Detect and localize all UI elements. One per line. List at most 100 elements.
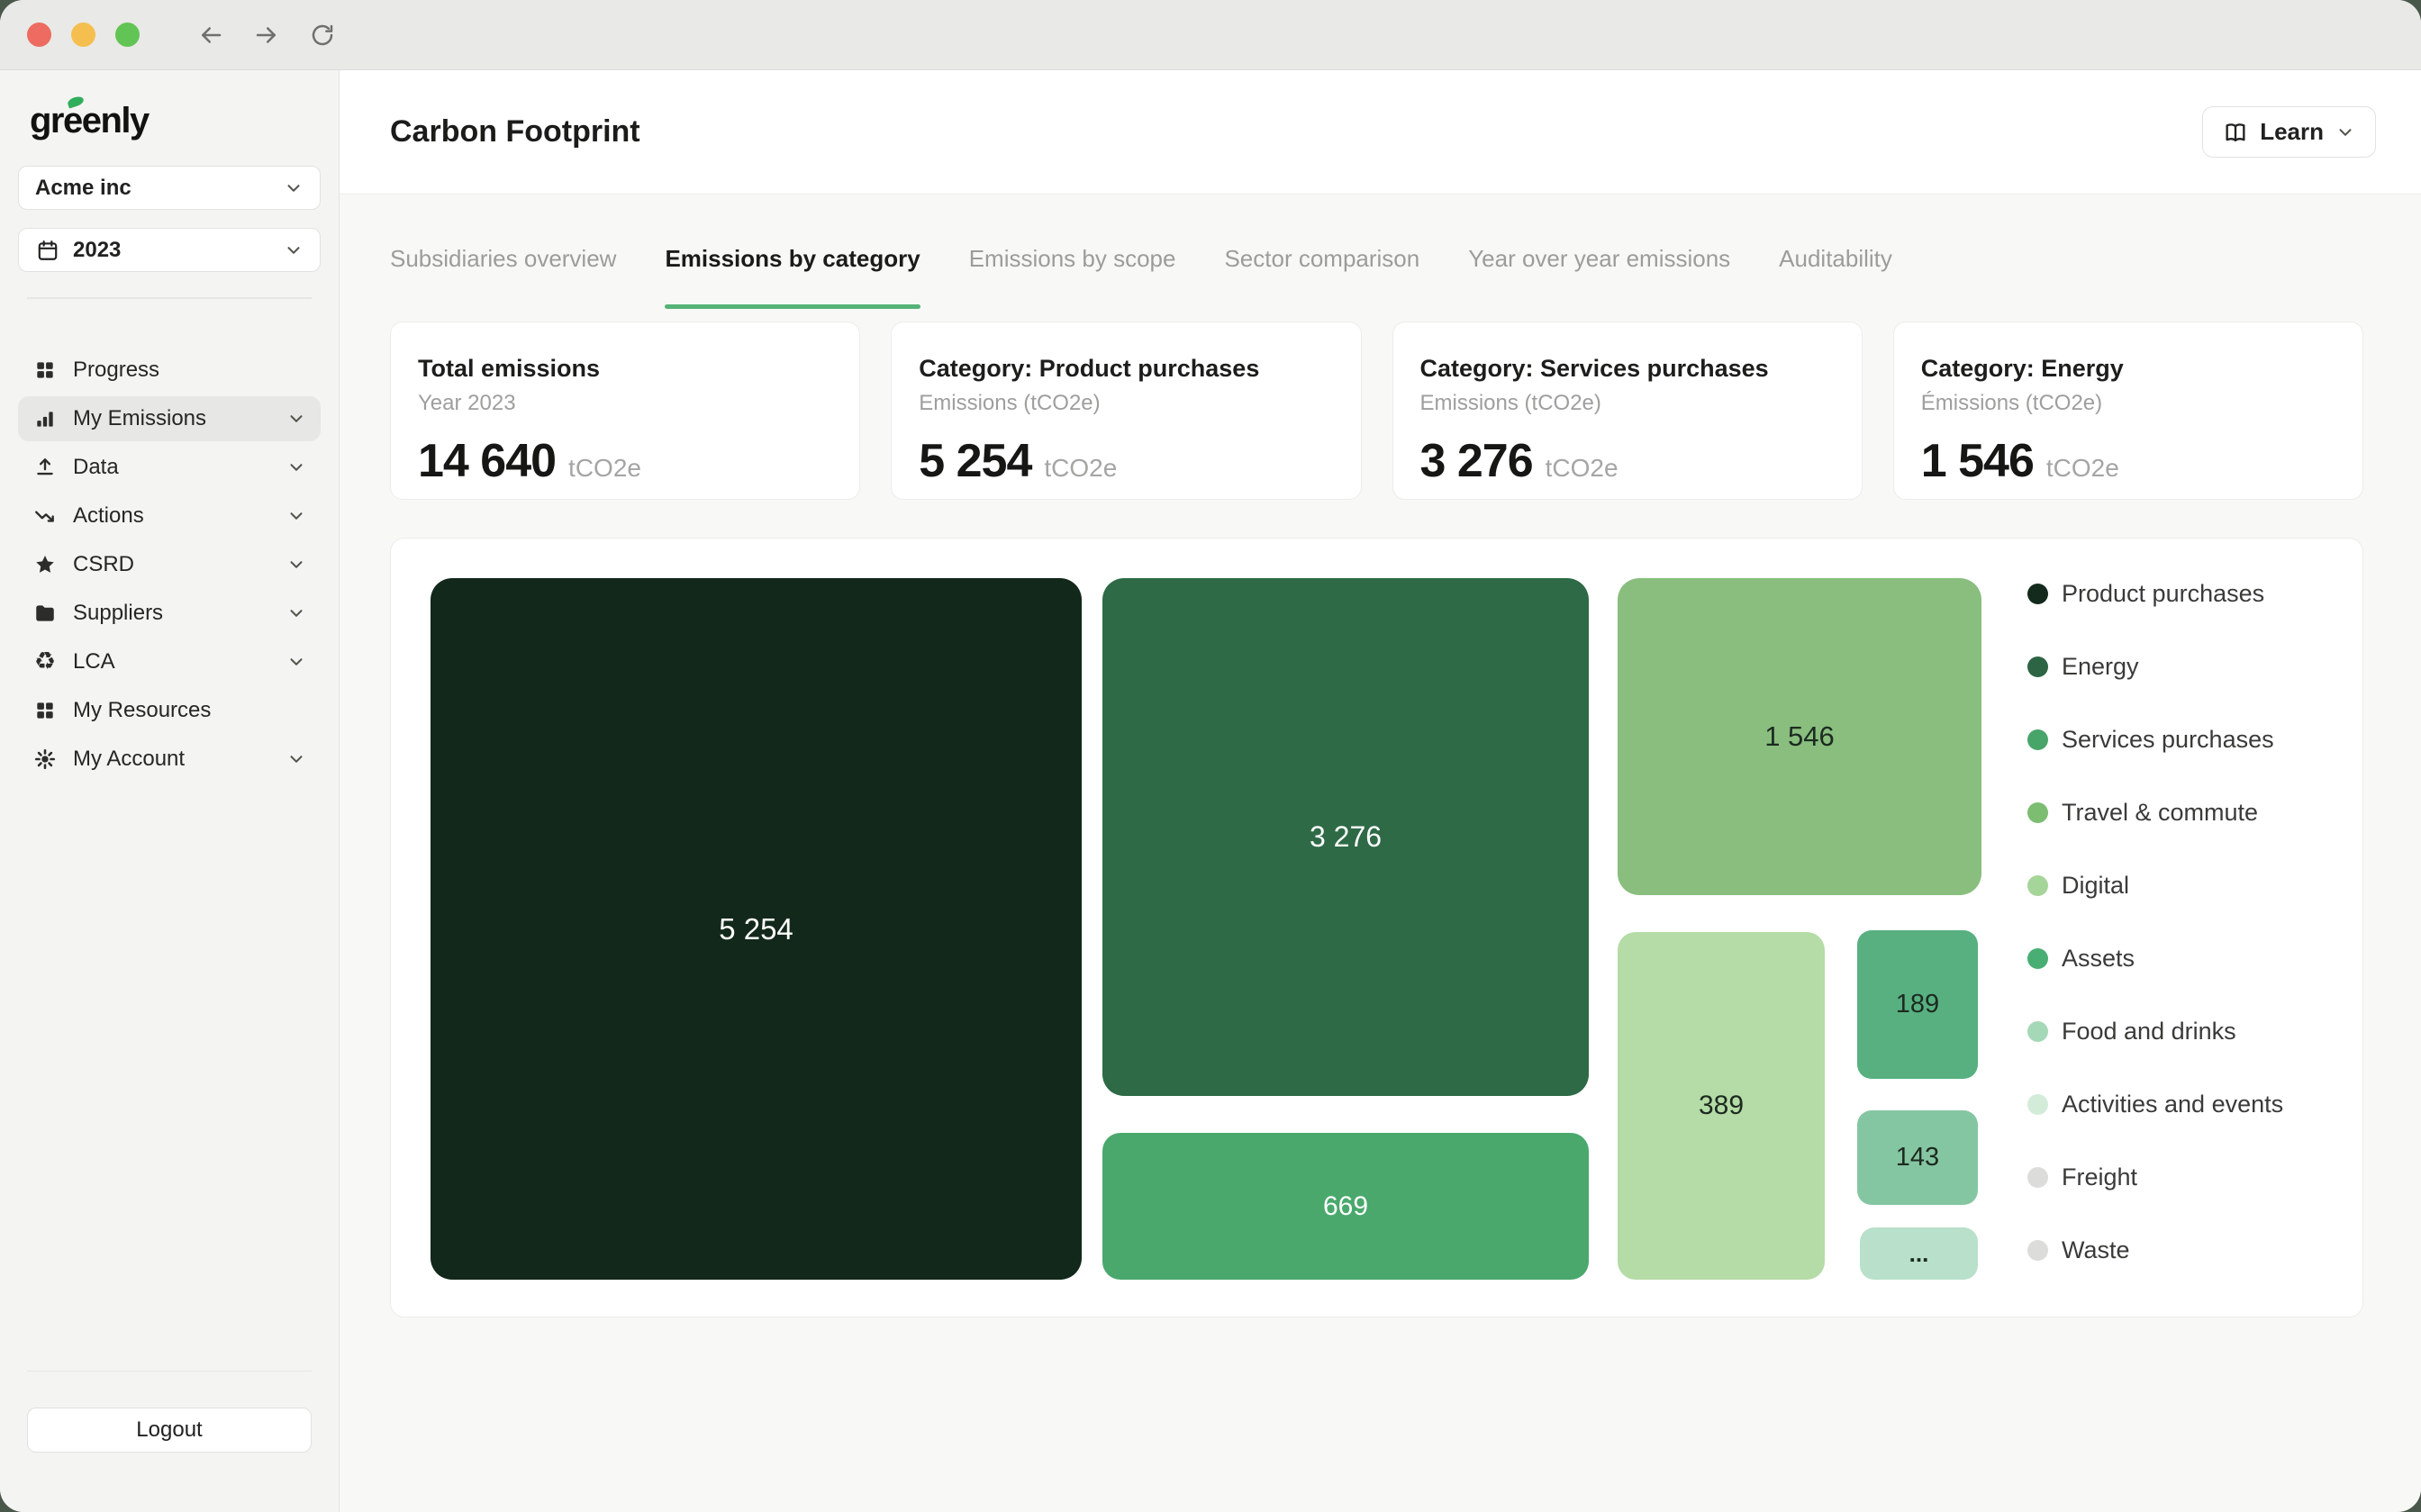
recycle-icon: ♻ [32, 649, 58, 675]
legend-item-travel-commute: Travel & commute [2027, 799, 2283, 827]
zoom-window-button[interactable] [115, 23, 140, 47]
card-unit: tCO2e [1044, 454, 1117, 483]
card-total-emissions: Total emissions Year 2023 14 640tCO2e [390, 321, 860, 500]
chevron-down-icon [286, 409, 306, 429]
forward-icon[interactable] [251, 20, 282, 50]
chevron-down-icon [286, 457, 306, 477]
sidebar: greenly Acme inc 2023 [0, 70, 340, 1512]
tab-auditability[interactable]: Auditability [1779, 245, 1892, 309]
legend-dot [2027, 1094, 2048, 1115]
treemap-block[interactable]: 389 [1618, 932, 1825, 1280]
back-icon[interactable] [195, 20, 226, 50]
emissions-treemap-card: 5 254 3 276 1 546 669 389 189 143 ... Pr… [390, 538, 2363, 1317]
upload-icon [32, 455, 58, 480]
sidebar-item-my-emissions[interactable]: My Emissions [18, 396, 321, 441]
legend-dot [2027, 1167, 2048, 1188]
bar-chart-icon [32, 406, 58, 431]
tab-emissions-by-category[interactable]: Emissions by category [665, 245, 920, 309]
sidebar-item-label: My Resources [73, 698, 306, 723]
legend-item-freight: Freight [2027, 1163, 2283, 1191]
legend-item-product-purchases: Product purchases [2027, 580, 2283, 608]
card-title: Category: Energy [1921, 355, 2335, 383]
chevron-down-icon [284, 240, 304, 260]
learn-button[interactable]: Learn [2202, 106, 2376, 158]
card-services-purchases: Category: Services purchases Emissions (… [1392, 321, 1863, 500]
sidebar-item-my-account[interactable]: My Account [18, 737, 321, 782]
content-area: Subsidiaries overview Emissions by categ… [340, 194, 2421, 1512]
treemap-block[interactable]: 3 276 [1102, 578, 1589, 1096]
sidebar-item-lca[interactable]: ♻ LCA [18, 639, 321, 684]
chevron-down-icon [286, 652, 306, 672]
logo-text: greenly [30, 101, 149, 140]
sidebar-divider [27, 297, 312, 299]
sidebar-item-data[interactable]: Data [18, 445, 321, 490]
legend-item-energy: Energy [2027, 653, 2283, 681]
sidebar-item-my-resources[interactable]: My Resources [18, 688, 321, 733]
legend-dot [2027, 729, 2048, 750]
legend-item-waste: Waste [2027, 1236, 2283, 1264]
main-area: Carbon Footprint Learn Subsidiaries over… [340, 70, 2421, 1512]
star-icon [32, 552, 58, 577]
summary-cards: Total emissions Year 2023 14 640tCO2e Ca… [390, 321, 2363, 500]
legend-dot [2027, 656, 2048, 677]
minimize-window-button[interactable] [71, 23, 95, 47]
company-selector[interactable]: Acme inc [18, 166, 321, 210]
close-window-button[interactable] [27, 23, 51, 47]
sidebar-bottom-divider [27, 1371, 312, 1372]
treemap-legend: Product purchases Energy Services purcha… [2027, 580, 2283, 1264]
gear-icon [32, 747, 58, 772]
card-value: 3 276 [1420, 434, 1533, 488]
treemap-block[interactable]: 143 [1857, 1110, 1978, 1205]
browser-nav-buttons [195, 20, 338, 50]
sidebar-item-suppliers[interactable]: Suppliers [18, 591, 321, 636]
tab-year-over-year-emissions[interactable]: Year over year emissions [1468, 245, 1730, 309]
browser-window: greenly Acme inc 2023 [0, 0, 2421, 1512]
tab-emissions-by-scope[interactable]: Emissions by scope [969, 245, 1176, 309]
sidebar-item-label: LCA [73, 649, 271, 675]
tab-sector-comparison[interactable]: Sector comparison [1224, 245, 1419, 309]
sidebar-item-csrd[interactable]: CSRD [18, 542, 321, 587]
refresh-icon[interactable] [307, 20, 338, 50]
card-product-purchases: Category: Product purchases Emissions (t… [891, 321, 1361, 500]
card-title: Category: Services purchases [1420, 355, 1835, 383]
card-value: 14 640 [418, 434, 556, 488]
legend-dot [2027, 1021, 2048, 1042]
card-unit: tCO2e [1546, 454, 1619, 483]
logout-button[interactable]: Logout [27, 1408, 312, 1453]
sidebar-item-label: My Emissions [73, 406, 271, 431]
learn-button-label: Learn [2260, 118, 2324, 146]
page-title: Carbon Footprint [390, 114, 2202, 149]
legend-dot [2027, 802, 2048, 823]
sidebar-item-label: Data [73, 455, 271, 480]
tab-subsidiaries-overview[interactable]: Subsidiaries overview [390, 245, 616, 309]
sidebar-item-actions[interactable]: Actions [18, 493, 321, 539]
sidebar-nav: Progress My Emissions Data [18, 348, 321, 785]
treemap-block-product-purchases[interactable]: 5 254 [431, 578, 1082, 1280]
card-subtitle: Emissions (tCO2e) [1420, 391, 1835, 416]
card-value: 1 546 [1921, 434, 2034, 488]
chevron-down-icon [286, 506, 306, 526]
year-selector[interactable]: 2023 [18, 228, 321, 272]
sidebar-item-label: Progress [73, 358, 306, 383]
treemap-block-more[interactable]: ... [1860, 1227, 1978, 1280]
company-selector-value: Acme inc [35, 176, 131, 201]
logo: greenly [30, 101, 321, 148]
treemap-block[interactable]: 1 546 [1618, 578, 1981, 895]
card-subtitle: Emissions (tCO2e) [919, 391, 1333, 416]
treemap-block[interactable]: 189 [1857, 930, 1978, 1079]
legend-item-food-and-drinks: Food and drinks [2027, 1018, 2283, 1046]
legend-dot [2027, 584, 2048, 604]
sidebar-item-label: Actions [73, 503, 271, 529]
chevron-down-icon [286, 603, 306, 623]
folder-icon [32, 601, 58, 626]
card-title: Total emissions [418, 355, 832, 383]
legend-item-digital: Digital [2027, 872, 2283, 900]
sidebar-item-label: My Account [73, 747, 271, 772]
treemap-block[interactable]: 669 [1102, 1133, 1589, 1280]
sidebar-item-progress[interactable]: Progress [18, 348, 321, 393]
chevron-down-icon [286, 749, 306, 769]
active-tab-underline [665, 304, 920, 309]
card-title: Category: Product purchases [919, 355, 1333, 383]
grid-icon [32, 358, 58, 383]
legend-dot [2027, 1240, 2048, 1261]
